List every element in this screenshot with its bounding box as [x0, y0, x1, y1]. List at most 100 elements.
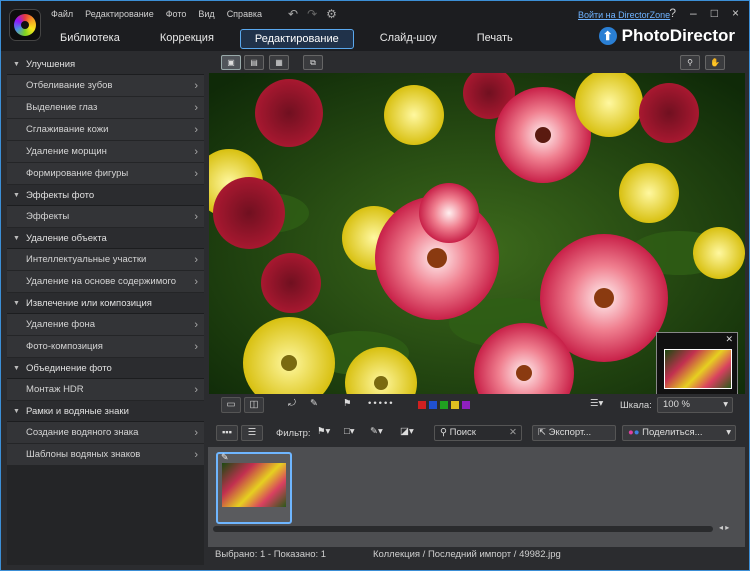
- photo-thumbnail[interactable]: ✎: [216, 452, 292, 524]
- sidebar-item-teeth-whitening[interactable]: Отбеливание зубов ›: [7, 75, 204, 97]
- sidebar-item-smart-patch[interactable]: Интеллектуальные участки ›: [7, 249, 204, 271]
- sort-icon[interactable]: ☰▾: [585, 397, 608, 413]
- rotate-icon[interactable]: ⤾: [283, 397, 301, 413]
- scroll-arrows-icon[interactable]: ◂ ▸: [719, 523, 729, 532]
- zoom-select[interactable]: 100 % ▾: [657, 397, 733, 413]
- brand-logo: ⬆ PhotoDirector: [598, 26, 735, 46]
- status-bar: Выбрано: 1 - Показано: 1 Коллекция / Пос…: [208, 547, 745, 565]
- navigator-panel[interactable]: ✕: [656, 332, 738, 394]
- export-button[interactable]: ⇱ Экспорт...: [532, 425, 616, 441]
- grid-view-icon[interactable]: ▦: [269, 55, 289, 70]
- menu-help[interactable]: Справка: [227, 9, 262, 19]
- search-placeholder: Поиск: [449, 427, 476, 438]
- menu-bar: Файл Редактирование Фото Вид Справка: [51, 9, 262, 19]
- flag-filter-icon[interactable]: ⚑▾: [312, 425, 335, 441]
- color-label-purple[interactable]: [462, 401, 470, 409]
- sidebar-item-content-aware-removal[interactable]: Удаление на основе содержимого ›: [7, 271, 204, 293]
- sidebar-item-label: Фото-композиция: [26, 341, 103, 352]
- zoom-value: 100 %: [663, 399, 690, 410]
- maximize-button[interactable]: □: [711, 6, 718, 20]
- tab-slideshow[interactable]: Слайд-шоу: [366, 29, 451, 49]
- sidebar-item-photo-composer[interactable]: Фото-композиция ›: [7, 336, 204, 358]
- chevron-right-icon: ›: [194, 275, 198, 288]
- redo-icon[interactable]: ↷: [307, 7, 317, 21]
- edit-filter-icon[interactable]: ✎▾: [365, 425, 388, 441]
- sidebar-item-hdr[interactable]: Монтаж HDR ›: [7, 379, 204, 401]
- photo-preview[interactable]: ✕: [209, 73, 745, 394]
- sidebar-item-eye-highlight[interactable]: Выделение глаз ›: [7, 97, 204, 119]
- sidebar-item-effects[interactable]: Эффекты ›: [7, 206, 204, 228]
- chevron-down-icon: ▾: [726, 427, 731, 438]
- sidebar-item-create-watermark[interactable]: Создание водяного знака ›: [7, 422, 204, 444]
- gear-icon[interactable]: ⚙: [326, 7, 337, 21]
- menu-view[interactable]: Вид: [198, 9, 214, 19]
- pan-tool-icon[interactable]: ✋: [705, 55, 725, 70]
- chevron-right-icon: ›: [194, 318, 198, 331]
- close-button[interactable]: ×: [732, 6, 739, 20]
- color-filter-icon[interactable]: ◪▾: [395, 425, 419, 441]
- rating-filter-icon[interactable]: □▾: [339, 425, 360, 441]
- sidebar-item-remove-background[interactable]: Удаление фона ›: [7, 314, 204, 336]
- sidebar-item-wrinkle-removal[interactable]: Удаление морщин ›: [7, 141, 204, 163]
- upload-icon: ⬆: [598, 27, 617, 45]
- menu-photo[interactable]: Фото: [166, 9, 187, 19]
- sidebar-item-label: Шаблоны водяных знаков: [26, 449, 141, 460]
- tool-brush-icon[interactable]: ✎: [305, 397, 323, 413]
- help-button[interactable]: ?: [669, 6, 676, 20]
- section-photo-effects[interactable]: ▼ Эффекты фото: [7, 185, 204, 206]
- search-icon: ⚲: [440, 427, 450, 438]
- thumbnail-view-icon[interactable]: ▪▪▪: [216, 425, 238, 441]
- flag-icon[interactable]: ⚑: [338, 397, 357, 413]
- sidebar-item-body-shaper[interactable]: Формирование фигуры ›: [7, 163, 204, 185]
- export-icon: ⇱: [538, 427, 549, 438]
- minimize-button[interactable]: –: [690, 6, 697, 20]
- single-layout-icon[interactable]: ▭: [221, 397, 241, 413]
- dual-layout-icon[interactable]: ◫: [244, 397, 264, 413]
- chevron-right-icon: ›: [194, 340, 198, 353]
- view-toolbar: ▣ ▤ ▦ ⧉ ⚲ ✋: [208, 54, 745, 72]
- rating-dots-icon[interactable]: •••••: [363, 397, 400, 413]
- filmstrip: ✎ ◂ ▸: [208, 447, 745, 547]
- section-extract-compose[interactable]: ▼ Извлечение или композиция: [7, 293, 204, 314]
- zoom-label: Шкала:: [620, 400, 652, 411]
- sidebar-item-skin-smoothing[interactable]: Сглаживание кожи ›: [7, 119, 204, 141]
- menu-file[interactable]: Файл: [51, 9, 73, 19]
- main-area: ▣ ▤ ▦ ⧉ ⚲ ✋ ✕ ▭ ◫ ⤾ ✎ ⚑ ••••• ☰▾ Шкала: …: [208, 54, 745, 565]
- app-logo-icon: [9, 9, 41, 41]
- tab-print[interactable]: Печать: [463, 29, 527, 49]
- section-photo-merge[interactable]: ▼ Объединение фото: [7, 358, 204, 379]
- sidebar-item-label: Удаление на основе содержимого: [26, 276, 177, 287]
- menu-edit[interactable]: Редактирование: [85, 9, 154, 19]
- zoom-tool-icon[interactable]: ⚲: [680, 55, 700, 70]
- tab-edit[interactable]: Редактирование: [239, 29, 354, 49]
- fullscreen-icon[interactable]: ⧉: [303, 55, 323, 70]
- share-button[interactable]: ●● Поделиться... ▾: [622, 425, 736, 441]
- section-title: Удаление объекта: [25, 232, 107, 244]
- tab-library[interactable]: Библиотека: [46, 29, 134, 49]
- navigator-thumbnail[interactable]: [664, 349, 732, 389]
- sidebar-item-watermark-templates[interactable]: Шаблоны водяных знаков ›: [7, 444, 204, 466]
- section-object-removal[interactable]: ▼ Удаление объекта: [7, 228, 204, 249]
- compare-view-icon[interactable]: ▤: [244, 55, 264, 70]
- thumbnail-image: [222, 463, 286, 507]
- sidebar-item-label: Интеллектуальные участки: [26, 254, 147, 265]
- color-label-blue[interactable]: [429, 401, 437, 409]
- undo-icon[interactable]: ↶: [288, 7, 298, 21]
- share-icon-secondary: ●: [633, 427, 643, 438]
- color-label-yellow[interactable]: [451, 401, 459, 409]
- color-label-red[interactable]: [418, 401, 426, 409]
- section-frames-watermarks[interactable]: ▼ Рамки и водяные знаки: [7, 401, 204, 422]
- directorzone-link[interactable]: Войти на DirectorZone: [578, 10, 670, 20]
- section-enhance[interactable]: ▼ Улучшения: [7, 54, 204, 75]
- color-label-green[interactable]: [440, 401, 448, 409]
- close-icon[interactable]: ✕: [725, 334, 733, 345]
- chevron-down-icon: ▾: [723, 399, 728, 410]
- chevron-right-icon: ›: [194, 167, 198, 180]
- single-view-icon[interactable]: ▣: [221, 55, 241, 70]
- tab-adjustment[interactable]: Коррекция: [146, 29, 228, 49]
- search-input[interactable]: ⚲ Поиск ✕: [434, 425, 522, 441]
- list-view-icon[interactable]: ☰: [241, 425, 263, 441]
- clear-icon[interactable]: ✕: [509, 426, 517, 440]
- filmstrip-scrollbar[interactable]: [213, 526, 713, 532]
- color-labels: [418, 401, 470, 409]
